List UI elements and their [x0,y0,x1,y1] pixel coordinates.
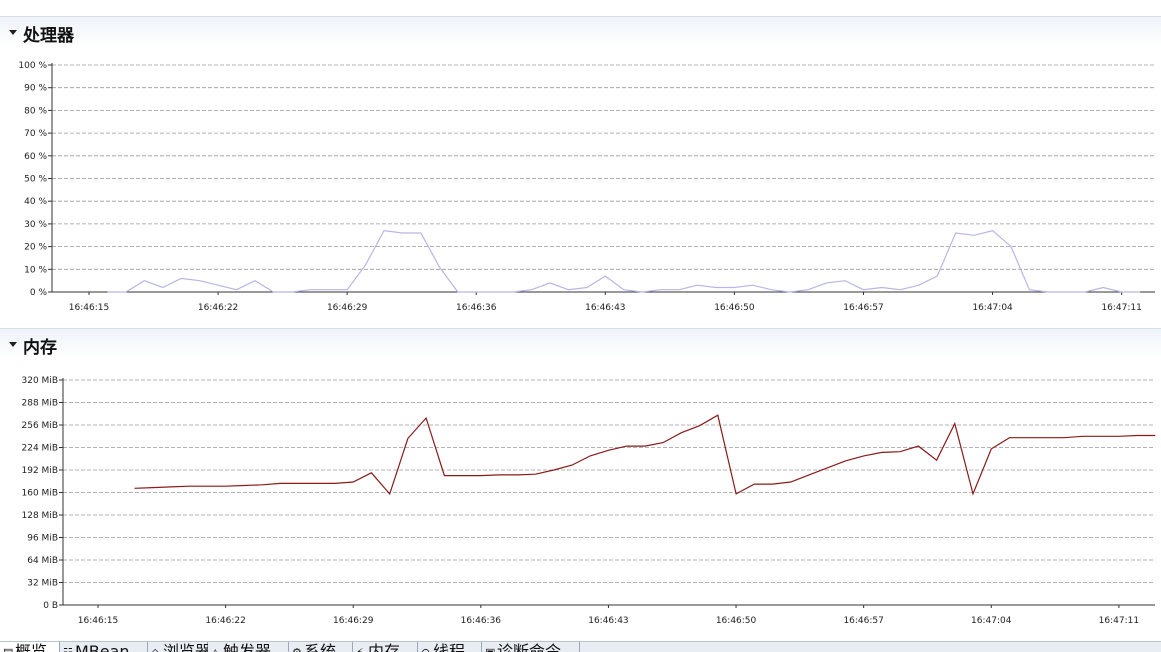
cpu-y-tick-label: 20 % [24,243,47,253]
tab-label: 诊断命令 [497,642,562,652]
tab-label: 概览 [15,642,48,652]
cpu-x-tick-label: 16:46:57 [843,303,883,313]
memory-y-tick-label: 288 MiB [22,399,58,409]
tab-label: 内存 [368,642,401,652]
tab-5[interactable]: ⚡内存 [353,642,418,652]
memory-x-tick-label: 16:46:43 [588,616,628,626]
tab-6[interactable]: ⊙线程 [418,642,482,652]
cpu-series-line [107,230,1141,293]
memory-y-tick-label: 64 MiB [27,556,58,566]
memory-y-tick-label: 32 MiB [27,579,58,589]
memory-x-tick-label: 16:46:50 [716,616,757,626]
tab-label: 触发器 [223,642,272,652]
tab-1[interactable]: ☷MBean [60,642,148,652]
tab-bar: ▤概览☷MBean◇浏览器△触发器⚙系统⚡内存⊙线程▣诊断命令 [0,641,1161,652]
tab-0[interactable]: ▤概览 [0,642,60,652]
collapse-triangle-icon[interactable] [9,30,17,35]
tab-icon: ▤ [3,643,15,652]
memory-x-tick-label: 16:46:15 [78,616,118,626]
memory-y-tick-label: 128 MiB [22,511,58,521]
tab-icon: ▣ [485,643,497,652]
memory-section-header[interactable]: 内存 [0,328,1161,358]
cpu-x-tick-label: 16:46:29 [327,303,368,313]
tab-3[interactable]: △触发器 [208,642,289,652]
tab-4[interactable]: ⚙系统 [289,642,353,652]
cpu-x-tick-label: 16:46:43 [585,303,625,313]
memory-section-title: 内存 [23,338,57,358]
cpu-chart: 0 % 10 % 20 % 30 % 40 % 50 % 60 % 70 % 80 % 90 % 1… [18,61,1155,313]
tab-icon: ⚡ [356,643,368,652]
memory-y-tick-label: 160 MiB [22,489,58,499]
tab-icon: ☷ [63,643,75,652]
cpu-section-header[interactable]: 处理器 [0,16,1161,46]
tab-2[interactable]: ◇浏览器 [148,642,212,652]
cpu-y-tick-label: 100 % [18,61,47,71]
tab-label: 浏览器 [163,642,212,652]
cpu-y-tick-label: 70 % [24,129,47,139]
memory-x-tick-label: 16:46:36 [461,616,502,626]
memory-y-tick-label: 224 MiB [22,444,58,454]
cpu-y-tick-label: 60 % [24,152,47,162]
cpu-y-tick-label: 30 % [24,220,47,230]
cpu-y-tick-label: 80 % [24,106,47,116]
memory-x-tick-label: 16:46:22 [205,616,245,626]
cpu-y-tick-label: 10 % [24,265,47,275]
tab-7[interactable]: ▣诊断命令 [482,642,580,652]
memory-x-tick-label: 16:46:57 [843,616,883,626]
tab-icon: △ [211,643,223,652]
memory-y-tick-label: 0 B [43,601,58,611]
tab-icon: ⚙ [292,643,304,652]
cpu-section-title: 处理器 [23,26,74,46]
memory-x-tick-label: 16:47:11 [1099,616,1139,626]
cpu-y-tick-label: 0 % [30,288,48,298]
memory-y-tick-label: 320 MiB [22,376,58,386]
tab-label: 系统 [304,642,337,652]
tab-icon: ⊙ [421,643,433,652]
tab-label: MBean [75,642,130,652]
tab-icon: ◇ [151,643,163,652]
memory-x-tick-label: 16:47:04 [971,616,1012,626]
tab-label: 线程 [433,642,466,652]
cpu-y-tick-label: 50 % [24,175,47,185]
cpu-x-tick-label: 16:46:15 [69,303,109,313]
memory-y-tick-label: 96 MiB [27,534,58,544]
cpu-x-tick-label: 16:46:22 [198,303,238,313]
cpu-y-tick-label: 90 % [24,84,47,94]
memory-x-tick-label: 16:46:29 [333,616,374,626]
memory-series-line [134,414,1156,496]
cpu-x-tick-label: 16:46:36 [456,303,497,313]
cpu-x-tick-label: 16:47:11 [1101,303,1141,313]
cpu-y-tick-label: 40 % [24,197,47,207]
cpu-x-tick-label: 16:46:50 [714,303,755,313]
collapse-triangle-icon[interactable] [9,342,17,347]
memory-chart: 0 B 32 MiB 64 MiB 96 MiB 128 MiB 160 MiB 192 M… [22,376,1156,626]
memory-y-tick-label: 192 MiB [22,466,58,476]
memory-y-tick-label: 256 MiB [22,421,58,431]
cpu-x-tick-label: 16:47:04 [972,303,1013,313]
